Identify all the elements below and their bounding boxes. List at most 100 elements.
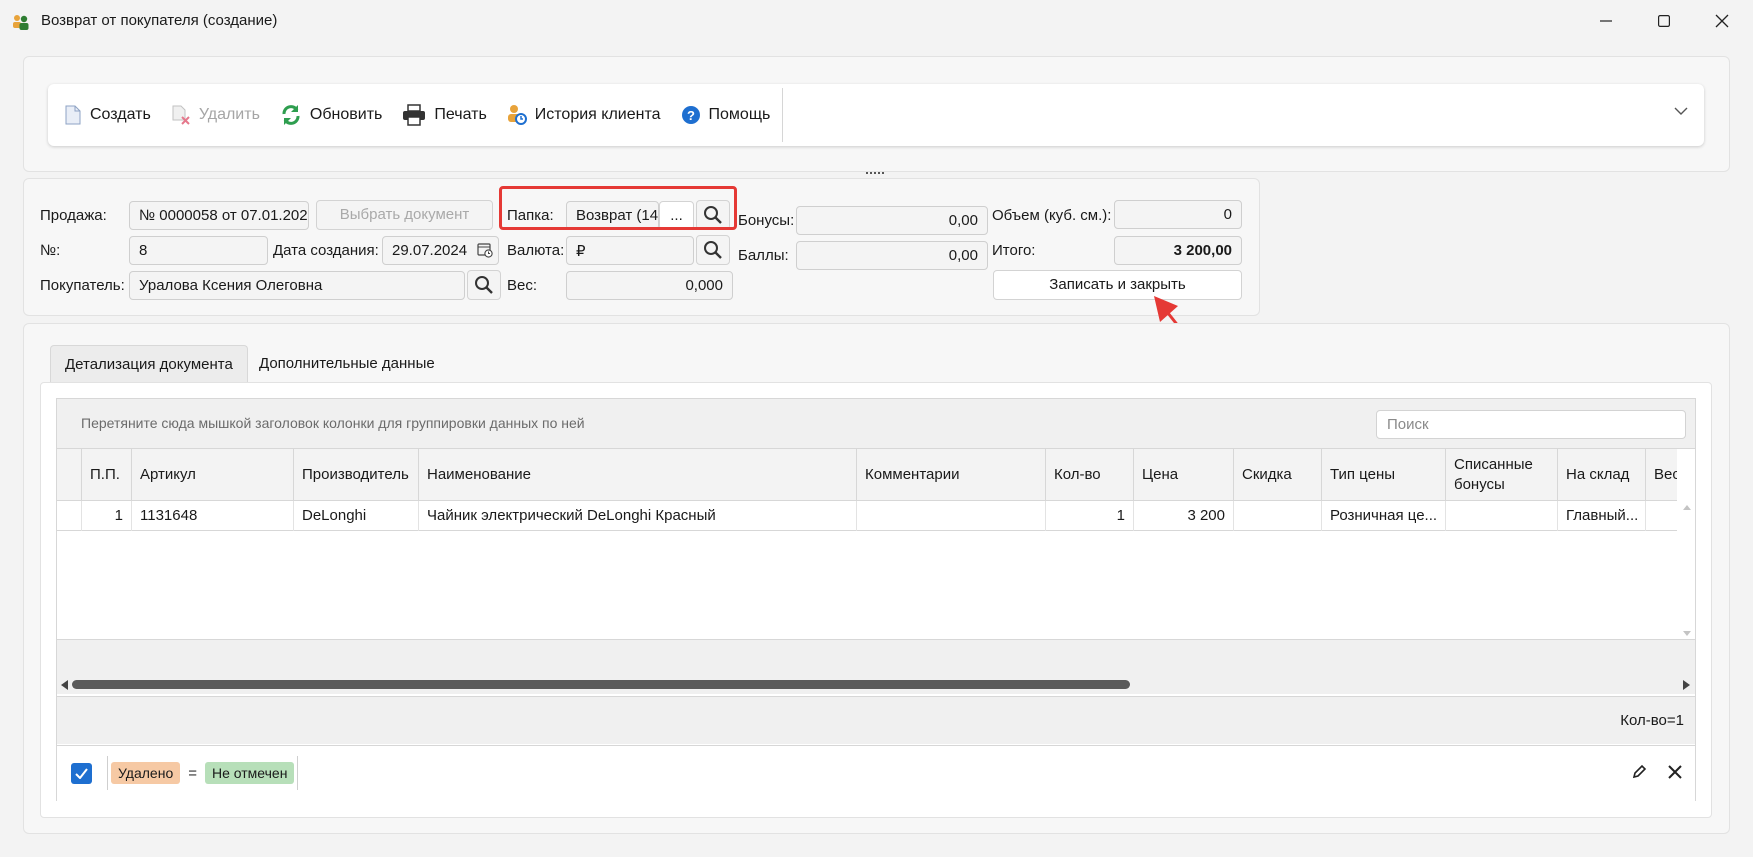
scroll-right-icon[interactable] [1682, 679, 1692, 691]
filter-enabled-checkbox[interactable] [71, 763, 92, 784]
column-header-name[interactable]: Наименование [419, 449, 857, 501]
client-history-button[interactable]: История клиента [497, 95, 671, 135]
count-bar: Кол-во=1 [57, 696, 1695, 744]
delete-button[interactable]: Удалить [161, 95, 270, 135]
filter-field[interactable]: Удалено [111, 762, 181, 784]
minimize-icon [1600, 20, 1612, 22]
column-header-pp[interactable]: П.П. [82, 449, 132, 501]
weight-field[interactable]: 0,000 [566, 271, 733, 300]
vertical-scrollbar[interactable] [1679, 501, 1695, 639]
column-header-warehouse[interactable]: На склад [1558, 449, 1646, 501]
column-header-quantity[interactable]: Кол-во [1046, 449, 1134, 501]
search-icon [704, 241, 722, 259]
help-label: Помощь [708, 106, 771, 123]
minimize-button[interactable] [1578, 0, 1634, 42]
buyer-search-button[interactable] [467, 270, 501, 300]
column-header-price-type[interactable]: Тип цены [1322, 449, 1446, 501]
cell-quantity[interactable]: 1 [1046, 501, 1134, 531]
printer-icon [403, 104, 426, 126]
toolbar: Создать Удалить Обновить Печать История … [48, 84, 1704, 146]
cell-manufacturer[interactable]: DeLonghi [294, 501, 419, 531]
points-field[interactable]: 0,00 [796, 241, 988, 270]
summary-footer [57, 639, 1695, 676]
cell-weight[interactable] [1646, 501, 1677, 531]
client-history-icon [507, 105, 527, 125]
cell-article[interactable]: 1131648 [132, 501, 294, 531]
svg-text:?: ? [687, 108, 695, 123]
refresh-label: Обновить [309, 106, 383, 123]
help-button[interactable]: ? Помощь [671, 95, 781, 135]
filter-value[interactable]: Не отмечен [205, 762, 295, 784]
column-header-written-off-bonuses[interactable]: Списанные бонусы [1446, 449, 1558, 501]
grid-search-input[interactable]: Поиск [1376, 410, 1686, 439]
cell-discount[interactable] [1234, 501, 1322, 531]
bonus-field[interactable]: 0,00 [796, 206, 988, 235]
filter-bar: Удалено = Не отмечен [57, 745, 1695, 801]
tab-additional-data[interactable]: Дополнительные данные [245, 345, 449, 383]
title-bar: Возврат от покупателя (создание) [0, 0, 1753, 42]
help-icon: ? [681, 106, 700, 124]
select-document-button[interactable]: Выбрать документ [316, 200, 493, 230]
close-icon [1715, 14, 1729, 28]
tab-document-details[interactable]: Детализация документа [50, 345, 248, 383]
weight-label: Вес: [507, 277, 538, 294]
print-label: Печать [434, 106, 487, 123]
cell-pp[interactable]: 1 [82, 501, 132, 531]
refresh-icon [282, 105, 300, 125]
folder-highlight-box [499, 186, 737, 230]
column-header-weight[interactable]: Вес [1646, 449, 1677, 501]
horizontal-scrollbar[interactable] [57, 676, 1695, 694]
create-button[interactable]: Создать [54, 95, 161, 135]
scrollbar-thumb[interactable] [72, 680, 1130, 689]
column-header-discount[interactable]: Скидка [1234, 449, 1322, 501]
buyer-label: Покупатель: [40, 277, 125, 294]
cell-name[interactable]: Чайник электрический DeLonghi Красный [419, 501, 857, 531]
splitter-grip[interactable] [866, 172, 884, 176]
maximize-button[interactable] [1636, 0, 1692, 42]
cell-price[interactable]: 3 200 [1134, 501, 1234, 531]
toolbar-separator [782, 88, 784, 142]
column-header-price[interactable]: Цена [1134, 449, 1234, 501]
app-icon [13, 15, 29, 30]
cell-written-off-bonuses[interactable] [1446, 501, 1558, 531]
close-window-button[interactable] [1694, 0, 1750, 42]
row-count: Кол-во=1 [1620, 712, 1684, 729]
delete-label: Удалить [198, 106, 260, 123]
created-date-label: Дата создания: [273, 242, 379, 259]
volume-field[interactable]: 0 [1114, 200, 1242, 229]
new-document-icon [65, 105, 81, 125]
chevron-down-icon[interactable] [1674, 106, 1688, 116]
created-date-value: 29.07.2024 [392, 242, 468, 259]
cell-comments[interactable] [857, 501, 1046, 531]
scroll-left-icon[interactable] [59, 679, 69, 691]
group-panel[interactable]: Перетяните сюда мышкой заголовок колонки… [57, 399, 1695, 449]
calendar-icon[interactable] [477, 242, 493, 258]
currency-label: Валюта: [507, 242, 565, 259]
row-indicator [57, 501, 82, 531]
column-header-manufacturer[interactable]: Производитель [294, 449, 419, 501]
bonus-label: Бонусы: [738, 212, 795, 229]
number-field[interactable]: 8 [129, 236, 268, 265]
refresh-button[interactable]: Обновить [270, 95, 392, 135]
buyer-field[interactable]: Уралова Ксения Олеговна [129, 271, 465, 300]
sale-field[interactable]: № 0000058 от 07.01.2024 [129, 201, 309, 230]
print-button[interactable]: Печать [392, 95, 496, 135]
create-label: Создать [90, 106, 151, 123]
column-header-article[interactable]: Артикул [132, 449, 294, 501]
cell-warehouse[interactable]: Главный... [1558, 501, 1646, 531]
search-icon [475, 276, 493, 294]
clear-filter-icon[interactable] [1667, 764, 1683, 780]
pencil-icon[interactable] [1631, 764, 1647, 780]
points-label: Баллы: [738, 247, 789, 264]
filter-operator[interactable]: = [188, 765, 197, 782]
column-header-comments[interactable]: Комментарии [857, 449, 1046, 501]
filter-expression[interactable]: Удалено = Не отмечен [107, 756, 299, 790]
currency-search-button[interactable] [696, 235, 730, 265]
total-field[interactable]: 3 200,00 [1114, 236, 1242, 265]
client-history-label: История клиента [534, 106, 661, 123]
total-label: Итого: [992, 242, 1036, 259]
maximize-icon [1658, 15, 1670, 27]
table-row[interactable]: 1 1131648 DeLonghi Чайник электрический … [57, 501, 1677, 531]
currency-field[interactable]: ₽ [566, 236, 694, 265]
cell-price-type[interactable]: Розничная це... [1322, 501, 1446, 531]
